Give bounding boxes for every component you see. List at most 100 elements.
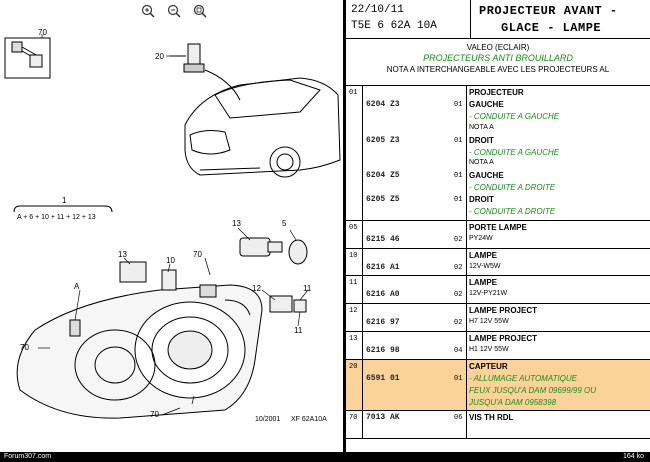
file-size: 164 ko — [622, 453, 644, 460]
assembly-bracket — [13, 205, 113, 213]
part-quantity: 01 — [454, 374, 463, 383]
part-description-line: GAUCHE — [469, 171, 504, 181]
supplier-block: VALEO (ECLAIR) PROJECTEURS ANTI BROUILLA… — [346, 39, 650, 86]
part-quantity: 04 — [454, 346, 463, 355]
part-description-line: DROIT — [469, 135, 494, 145]
part-group[interactable]: 20 6591 01 01 CAPTEUR - ALLUMAGE AUTOMATIQUE… — [346, 359, 650, 412]
table-column-rule — [346, 86, 363, 220]
part-reference[interactable]: 7013 AK — [366, 413, 400, 422]
page-title-line2: GLACE - LAMPE — [501, 21, 602, 35]
part-reference[interactable]: 6215 46 — [366, 235, 400, 244]
part-item-number: 05 — [349, 223, 358, 232]
part-description-line: 12V-W5W — [469, 262, 501, 270]
part-group[interactable]: 13 6216 98 04 LAMPE PROJECT H1 12V 55W — [346, 332, 650, 360]
parts-list-panel: 22/10/11 T5E 6 62A 10A PROJECTEUR AVANT … — [346, 0, 650, 452]
part-reference[interactable]: 6591 01 — [366, 374, 400, 383]
part-reference[interactable]: 6204 Z5 — [366, 171, 400, 180]
part-item-number: 01 — [349, 89, 358, 97]
part-description-line: PY24W — [469, 234, 493, 242]
part-description-line: PROJECTEUR — [469, 88, 524, 97]
part-quantity: 01 — [454, 136, 463, 145]
headlamp-assembly — [16, 284, 263, 419]
exploded-diagram: 70 20 1 A + 6 + 10 + 11 + 12 + 13 5 13 1… — [0, 0, 343, 452]
sensor-20 — [170, 43, 241, 101]
callout-10: 10 — [166, 256, 175, 265]
callout-11-a: 11 — [303, 284, 312, 293]
callout-12: 12 — [252, 284, 261, 293]
part-quantity: 01 — [454, 196, 463, 205]
part-reference[interactable]: 6216 98 — [366, 346, 400, 355]
part-reference[interactable]: 6205 Z3 — [366, 136, 400, 145]
part-description-line: LAMPE — [469, 278, 497, 288]
part-reference[interactable]: 6216 A0 — [366, 290, 400, 299]
part-group[interactable]: 12 6216 97 02 LAMPE PROJECT H7 12V 55W — [346, 304, 650, 333]
part-item-number: 70 — [349, 414, 358, 423]
part-description-line: JUSQU'A DAM 0958398 — [469, 397, 557, 407]
table-column-rule — [438, 359, 467, 411]
part-quantity: 02 — [454, 263, 463, 272]
part-description-line: LAMPE PROJECT — [469, 334, 538, 344]
part-item-number: 20 — [349, 362, 358, 371]
page-title-line1: PROJECTEUR AVANT - — [479, 4, 618, 18]
part-item-number: 12 — [349, 307, 358, 316]
callout-70-left: 70 — [20, 343, 29, 352]
part-description-line: GAUCHE — [469, 99, 504, 109]
assembly-composition: A + 6 + 10 + 11 + 12 + 13 — [17, 214, 96, 221]
part-description-line: - CONDUITE A GAUCHE — [469, 111, 560, 121]
part-description-line: - CONDUITE A DROITE — [469, 207, 556, 216]
part-description-line: LAMPE — [469, 250, 497, 260]
part-description-line: - ALLUMAGE AUTOMATIQUE — [469, 373, 578, 383]
part-item-number: 11 — [349, 279, 358, 288]
screw-70-detail — [4, 37, 51, 79]
part-description-line: VIS TH RDL — [469, 413, 514, 423]
table-column-rule — [438, 220, 467, 248]
part-quantity: 02 — [454, 235, 463, 244]
part-description-line: CAPTEUR — [469, 361, 508, 371]
diagram-date-stamp: 10/2001 — [255, 416, 281, 423]
callout-20: 20 — [155, 52, 164, 61]
part-description-line: - CONDUITE A DROITE — [469, 183, 556, 193]
catalog-ref: T5E 6 62A 10A — [351, 20, 437, 32]
part-reference[interactable]: 6204 Z3 — [366, 100, 400, 109]
part-group[interactable]: 01 6204 Z3 01 6205 Z3 01 6204 Z5 01 6205 Z5 01 PR… — [346, 86, 650, 221]
callout-70-mid: 70 — [193, 250, 202, 259]
supplier-name: VALEO (ECLAIR) — [466, 43, 530, 52]
part-quantity: 01 — [454, 172, 463, 181]
table-column-rule — [438, 86, 467, 220]
table-column-rule — [438, 248, 467, 276]
part-quantity: 01 — [454, 100, 463, 109]
table-column-rule — [438, 411, 467, 439]
part-description-line: H1 12V 55W — [469, 345, 509, 353]
part-group[interactable]: 11 6216 A0 02 LAMPE 12V-PY21W — [346, 276, 650, 305]
part-quantity: 06 — [454, 414, 463, 423]
part-reference[interactable]: 6216 97 — [366, 318, 400, 327]
callout-5: 5 — [282, 219, 287, 228]
catalog-date: 22/10/11 — [351, 4, 404, 16]
part-description-line: 12V-PY21W — [469, 290, 508, 298]
part-group[interactable]: 10 6216 A1 02 LAMPE 12V-W5W — [346, 248, 650, 277]
part-reference[interactable]: 6205 Z5 — [366, 195, 400, 204]
part-description-line: FEUX JUSQU'A DAM 09699/99 OU — [469, 385, 597, 395]
car-illustration — [184, 77, 341, 178]
part-item-number: 10 — [349, 251, 358, 260]
callout-a: A — [74, 282, 80, 291]
site-name: Forum307.com — [4, 453, 52, 460]
part-reference[interactable]: 6216 A1 — [366, 263, 400, 272]
table-column-rule — [438, 304, 467, 332]
part-description-line: H7 12V 55W — [469, 318, 509, 326]
callout-70-top: 70 — [38, 28, 47, 37]
table-column-rule — [362, 360, 438, 411]
part-description-line: LAMPE PROJECT — [469, 306, 538, 316]
table-column-rule — [438, 276, 467, 304]
part-quantity: 02 — [454, 319, 463, 328]
interchange-note: NOTA A INTERCHANGEABLE AVEC LES PROJECTE… — [386, 65, 610, 74]
part-quantity: 02 — [454, 291, 463, 300]
part-group[interactable]: 70 7013 AK 06 VIS TH RDL — [346, 411, 650, 440]
callout-13: 13 — [118, 250, 127, 259]
part-description-line: DROIT — [469, 195, 494, 205]
parts-catalog-viewer: 70 20 1 A + 6 + 10 + 11 + 12 + 13 5 13 1… — [0, 0, 650, 462]
callout-70-bottom: 70 — [150, 410, 159, 419]
callout-13-b: 13 — [232, 219, 241, 228]
part-description-line: NOTA A — [469, 159, 494, 167]
part-group[interactable]: 05 6215 46 02 PORTE LAMPE PY24W — [346, 220, 650, 249]
